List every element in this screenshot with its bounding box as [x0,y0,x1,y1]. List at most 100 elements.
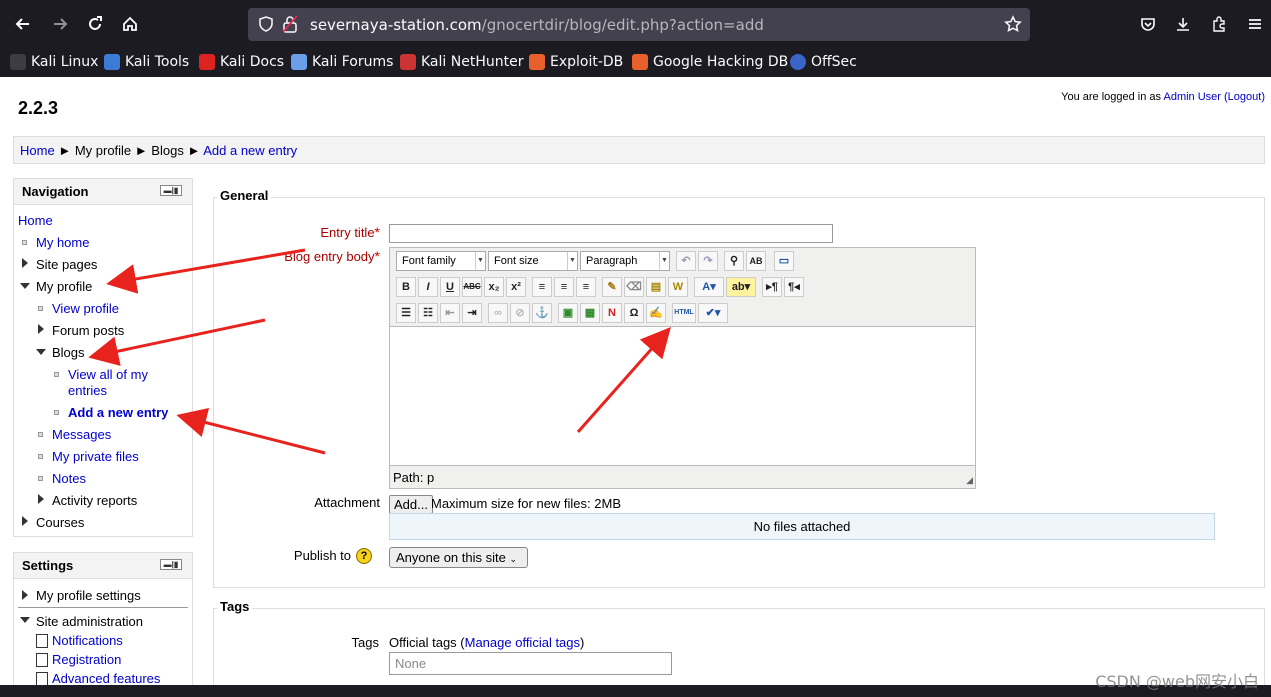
breadcrumb-current[interactable]: Add a new entry [203,143,297,158]
help-icon[interactable]: ? [356,548,372,564]
extensions-icon[interactable] [1205,10,1233,38]
settings-my-profile[interactable]: My profile settings [36,588,141,603]
nav-home[interactable]: Home [18,213,53,228]
collapsed-triangle-icon[interactable] [38,324,44,334]
nav-my-profile[interactable]: My profile [36,279,92,294]
pocket-icon[interactable] [1134,10,1162,38]
undo-icon[interactable]: ↶ [676,251,696,271]
rtl-icon[interactable]: ¶◂ [784,277,804,297]
settings-registration[interactable]: Registration [52,652,121,667]
fullscreen-icon[interactable]: ▭ [774,251,794,271]
insecure-lock-icon[interactable] [282,15,298,36]
bookmark-kali-docs[interactable]: Kali Docs [199,52,284,72]
block-dock-icon[interactable]: ▬|▮ [160,185,182,196]
nav-view-all-link[interactable]: View all of my entries [68,367,148,398]
insert-image-icon[interactable]: ▣ [558,303,578,323]
strikethrough-icon[interactable]: ABC [462,277,482,297]
logout-link[interactable]: (Logout) [1224,91,1265,103]
paste-word-icon[interactable]: W [668,277,688,297]
nav-site-pages[interactable]: Site pages [36,257,97,272]
insert-media-icon[interactable]: ▦ [580,303,600,323]
nav-activity-reports[interactable]: Activity reports [52,493,137,508]
font-family-select[interactable]: Font family ▼ [396,251,486,271]
special-char-icon[interactable]: Ω [624,303,644,323]
bookmark-kali-tools[interactable]: Kali Tools [104,52,189,72]
find-icon[interactable]: ⚲ [724,251,744,271]
nav-private-files-link[interactable]: My private files [52,449,139,464]
add-file-button[interactable]: Add... [389,495,433,514]
align-left-icon[interactable]: ≡ [532,277,552,297]
cleanup-brush-icon[interactable]: ✎ [602,277,622,297]
manage-tags-link[interactable]: Manage official tags [465,635,580,650]
url-text[interactable]: severnaya-station.com/gnocertdir/blog/ed… [310,16,764,34]
underline-icon[interactable]: U [440,277,460,297]
nolink-icon[interactable]: N [602,303,622,323]
file-drop-area[interactable]: No files attached [389,513,1215,540]
nav-forum-posts[interactable]: Forum posts [52,323,124,338]
settings-notifications-link[interactable]: Notifications [52,633,123,648]
collapsed-triangle-icon[interactable] [22,258,28,268]
numbered-list-icon[interactable]: ☷ [418,303,438,323]
nav-my-home[interactable]: My home [36,235,89,250]
entry-title-input[interactable] [389,224,833,243]
forward-icon[interactable] [46,10,74,38]
paste-text-icon[interactable]: ▤ [646,277,666,297]
nav-view-profile-link[interactable]: View profile [52,301,119,316]
align-center-icon[interactable]: ≡ [554,277,574,297]
bookmark-exploit-db[interactable]: Exploit-DB [529,52,623,72]
expanded-triangle-icon[interactable] [20,617,30,623]
link-icon[interactable]: ∞ [488,303,508,323]
font-color-icon[interactable]: A▾ [694,277,724,297]
nav-my-home-link[interactable]: My home [36,235,89,250]
redo-icon[interactable]: ↷ [698,251,718,271]
nav-add-new-entry[interactable]: Add a new entry [68,405,168,420]
unlink-icon[interactable]: ⊘ [510,303,530,323]
download-icon[interactable] [1169,10,1197,38]
back-icon[interactable] [9,10,37,38]
font-size-select[interactable]: Font size ▼ [488,251,578,271]
collapsed-triangle-icon[interactable] [38,494,44,504]
settings-site-admin[interactable]: Site administration [36,614,143,629]
settings-registration-link[interactable]: Registration [52,652,121,667]
breadcrumb-home[interactable]: Home [20,143,55,158]
nav-messages[interactable]: Messages [52,427,111,442]
nav-blogs[interactable]: Blogs [52,345,85,360]
shield-icon[interactable] [258,16,274,35]
bookmark-offsec[interactable]: OffSec [790,52,857,72]
publish-select[interactable]: Anyone on this site ⌄ [389,547,528,568]
collapsed-triangle-icon[interactable] [22,516,28,526]
bookmark-kali-linux[interactable]: Kali Linux [10,52,98,72]
bookmark-google-hacking-db[interactable]: Google Hacking DB [632,52,788,72]
eraser-icon[interactable]: ⌫ [624,277,644,297]
nav-notes-link[interactable]: Notes [52,471,86,486]
block-dock-icon[interactable]: ▬|▮ [160,559,182,570]
spellcheck-icon[interactable]: ✔▾ [698,303,728,323]
outdent-icon[interactable]: ⇤ [440,303,460,323]
ltr-icon[interactable]: ▸¶ [762,277,782,297]
nav-messages-link[interactable]: Messages [52,427,111,442]
subscript-icon[interactable]: x₂ [484,277,504,297]
reload-icon[interactable] [81,10,109,38]
anchor-icon[interactable]: ⚓ [532,303,552,323]
html-source-icon[interactable]: HTML [672,303,696,323]
highlight-color-icon[interactable]: ab▾ [726,277,756,297]
nav-notes[interactable]: Notes [52,471,86,486]
tags-select[interactable]: None [389,652,672,675]
user-name-link[interactable]: Admin User [1163,91,1220,103]
resize-handle-icon[interactable]: ◢ [966,475,973,486]
paragraph-select[interactable]: Paragraph ▼ [580,251,670,271]
nav-view-profile[interactable]: View profile [52,301,119,316]
collapsed-triangle-icon[interactable] [22,590,28,600]
settings-notifications[interactable]: Notifications [52,633,123,648]
bold-icon[interactable]: B [396,277,416,297]
italic-icon[interactable]: I [418,277,438,297]
bookmark-kali-forums[interactable]: Kali Forums [291,52,393,72]
expanded-triangle-icon[interactable] [36,349,46,355]
bullet-list-icon[interactable]: ☰ [396,303,416,323]
indent-icon[interactable]: ⇥ [462,303,482,323]
replace-icon[interactable]: AB [746,251,766,271]
editor-content-area[interactable] [390,326,975,466]
edit-icon[interactable]: ✍ [646,303,666,323]
nav-home-link[interactable]: Home [18,213,53,228]
url-bar[interactable]: severnaya-station.com/gnocertdir/blog/ed… [248,8,1030,41]
